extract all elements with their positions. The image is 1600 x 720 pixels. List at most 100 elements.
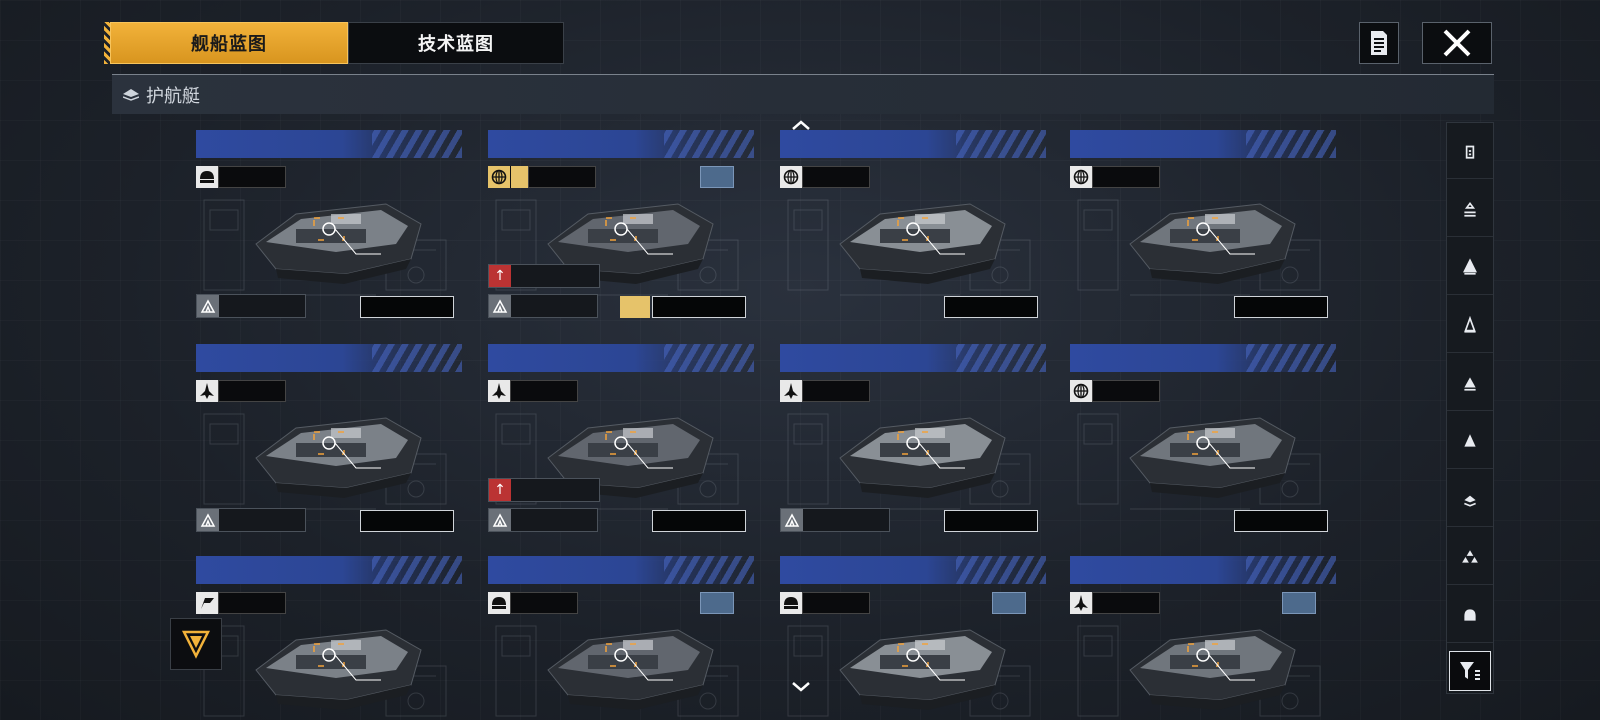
arrow-up-icon: ↑ — [489, 265, 511, 287]
frigate-icon — [1464, 315, 1476, 333]
role-icon — [489, 509, 511, 531]
category-header: 护航艇 — [112, 74, 1494, 114]
card-name-bar — [1070, 344, 1336, 372]
escort-icon — [1464, 495, 1476, 507]
blueprint-card[interactable] — [780, 556, 1046, 720]
ship-class-sidebar — [1446, 122, 1494, 694]
card-name-bar — [488, 130, 754, 158]
card-name-bar — [1070, 130, 1336, 158]
role-tag — [196, 508, 306, 532]
version-label — [360, 510, 454, 532]
sidebar-class-dome[interactable] — [1447, 587, 1493, 643]
blueprint-card[interactable] — [780, 344, 1046, 544]
helmet-icon — [196, 166, 218, 188]
ship-image — [236, 174, 436, 294]
blueprint-card[interactable] — [488, 556, 754, 720]
dome-icon — [1464, 608, 1476, 621]
notes-button[interactable] — [1359, 22, 1399, 64]
card-name-bar — [780, 130, 1046, 158]
sidebar-class-frigate[interactable] — [1447, 297, 1493, 353]
ship-image — [820, 174, 1020, 294]
blueprint-card[interactable]: ↑ — [488, 344, 754, 544]
card-name-bar — [488, 344, 754, 372]
blueprint-card[interactable] — [1070, 130, 1336, 330]
adv-badge — [620, 296, 650, 318]
triangle-emblem-icon — [181, 630, 211, 659]
version-label — [652, 510, 746, 532]
blueprint-card[interactable] — [196, 130, 462, 330]
ship-image — [1110, 388, 1310, 508]
card-name-bar — [780, 556, 1046, 584]
sidebar-class-destroyer[interactable] — [1447, 239, 1493, 295]
role-tag — [196, 294, 306, 318]
role-icon — [781, 509, 803, 531]
ship-level — [510, 166, 528, 188]
card-name-bar — [488, 556, 754, 584]
close-icon — [1443, 29, 1471, 57]
role-tag — [488, 294, 598, 318]
role-icon — [489, 295, 511, 317]
version-label — [1234, 510, 1328, 532]
ship-image — [528, 600, 728, 720]
blueprint-card[interactable] — [1070, 556, 1336, 720]
close-button[interactable] — [1422, 22, 1492, 64]
frigate-class-icon — [122, 86, 140, 104]
flag-icon — [196, 592, 218, 614]
filter-icon — [1460, 662, 1480, 680]
ship-image — [236, 388, 436, 508]
category-title: 护航艇 — [146, 85, 200, 107]
role-tag — [488, 508, 598, 532]
fighter-icon — [196, 380, 218, 402]
ship-image — [820, 600, 1020, 720]
tab-tech-blueprint[interactable]: 技术蓝图 — [348, 22, 564, 64]
energy-damage-tag: ↑ — [488, 264, 600, 288]
role-icon — [197, 509, 219, 531]
cruiser-icon — [1464, 201, 1476, 217]
blueprint-card[interactable] — [1070, 344, 1336, 544]
card-name-bar — [780, 344, 1046, 372]
sidebar-class-corvette[interactable] — [1447, 355, 1493, 411]
card-name-bar — [1070, 556, 1336, 584]
arrow-up-icon: ↑ — [489, 479, 511, 501]
globe-icon — [780, 166, 802, 188]
destroyer-icon — [1463, 257, 1477, 275]
version-label — [1234, 296, 1328, 318]
sidebar-class-fighter[interactable] — [1447, 413, 1493, 469]
helmet-icon — [488, 592, 510, 614]
sidebar-class-carrier[interactable] — [1447, 123, 1493, 179]
ship-image — [1110, 174, 1310, 294]
version-label — [652, 296, 746, 318]
ship-image — [820, 388, 1020, 508]
sidebar-class-group[interactable] — [1447, 529, 1493, 585]
fighter-icon — [488, 380, 510, 402]
sidebar-class-escort[interactable] — [1447, 471, 1493, 527]
version-label — [944, 296, 1038, 318]
corvette-icon — [1464, 376, 1476, 391]
ship-image — [1110, 600, 1310, 720]
collection-badge[interactable] — [170, 618, 222, 670]
blueprint-card[interactable] — [196, 556, 462, 720]
card-name-bar — [196, 556, 462, 584]
sidebar-class-cruiser[interactable] — [1447, 181, 1493, 237]
version-label — [360, 296, 454, 318]
notes-icon — [1371, 31, 1387, 55]
top-bar: 舰船蓝图 技术蓝图 — [104, 22, 1494, 66]
tab-ship-blueprint[interactable]: 舰船蓝图 — [110, 22, 348, 64]
group-icon — [1462, 549, 1478, 563]
fighter-icon — [1464, 433, 1476, 447]
globe-icon — [1070, 380, 1092, 402]
card-name-bar — [196, 130, 462, 158]
fighter-icon — [1070, 592, 1092, 614]
card-name-bar — [196, 344, 462, 372]
globe-icon — [1070, 166, 1092, 188]
blueprint-card[interactable]: ↑ — [488, 130, 754, 330]
globe-icon — [488, 166, 510, 188]
carrier-icon — [1465, 145, 1475, 159]
helmet-icon — [780, 592, 802, 614]
energy-damage-tag: ↑ — [488, 478, 600, 502]
role-tag — [780, 508, 890, 532]
blueprint-card[interactable] — [196, 344, 462, 544]
blueprint-card[interactable] — [780, 130, 1046, 330]
role-icon — [197, 295, 219, 317]
filter-button[interactable] — [1449, 651, 1491, 691]
